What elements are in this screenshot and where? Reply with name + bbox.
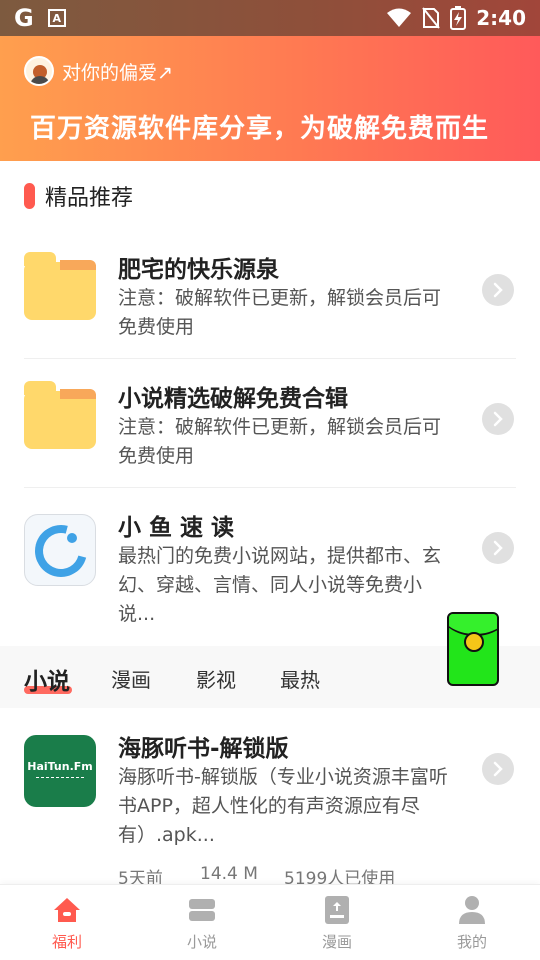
- list-item[interactable]: 小 鱼 速 读 最热门的免费小说网站，提供都市、玄幻、穿越、言情、同人小说等免费…: [24, 508, 516, 638]
- slogan: 百万资源软件库分享，为破解免费而生: [30, 114, 490, 144]
- divider: [24, 487, 516, 488]
- status-left: G A: [14, 4, 66, 32]
- wifi-icon: [387, 8, 412, 27]
- battery-charging-icon: [450, 6, 467, 30]
- nav-welfare[interactable]: 福利: [27, 895, 107, 952]
- section-title: 精品推荐: [24, 180, 133, 212]
- divider: [24, 358, 516, 359]
- item-title: 小 鱼 速 读: [118, 515, 235, 541]
- list-item[interactable]: 肥宅的快乐源泉 注意：破解软件已更新，解锁会员后可免费使用: [24, 250, 516, 350]
- fish-reader-app-icon: [24, 514, 96, 586]
- clock-time: 2:40: [476, 6, 526, 30]
- avatar[interactable]: [24, 56, 54, 86]
- section-title-text: 精品推荐: [45, 186, 134, 211]
- app-description: 海豚听书-解锁版（专业小说资源丰富听书APP，超人性化的有声资源应有尽有）.ap…: [118, 766, 448, 846]
- status-right: 2:40: [386, 6, 526, 30]
- tab-comic[interactable]: 漫画: [111, 664, 151, 693]
- nav-comic[interactable]: 漫画: [297, 895, 377, 952]
- section-accent-bar: [24, 183, 35, 209]
- comic-book-icon: [322, 895, 352, 925]
- no-sim-icon: [422, 7, 441, 29]
- item-title: 小说精选破解免费合辑: [118, 386, 348, 412]
- user-row[interactable]: 对你的偏爱↗: [24, 56, 173, 86]
- chevron-right-icon[interactable]: [482, 753, 514, 785]
- nav-novel[interactable]: 小说: [162, 895, 242, 952]
- app-title: 海豚听书-解锁版: [118, 736, 289, 762]
- header-banner: 对你的偏爱↗ 百万资源软件库分享，为破解免费而生: [0, 36, 540, 161]
- tab-hottest[interactable]: 最热: [280, 664, 320, 693]
- tab-novel[interactable]: 小说: [24, 662, 70, 696]
- book-stack-icon: [187, 895, 217, 925]
- app-list-item[interactable]: 海豚听书-解锁版 海豚听书-解锁版（专业小说资源丰富听书APP，超人性化的有声资…: [24, 729, 516, 859]
- nav-label: 我的: [456, 933, 487, 951]
- app-screen: G A 2:40 对你的偏爱↗ 百万资源软件库分享，为破解免费而生 精品推荐 肥…: [0, 0, 540, 960]
- list-item[interactable]: 小说精选破解免费合辑 注意：破解软件已更新，解锁会员后可免费使用: [24, 379, 516, 479]
- folder-icon: [24, 381, 96, 449]
- home-icon: [52, 895, 82, 925]
- bottom-navigation: 福利 小说 漫画 我的: [0, 884, 540, 960]
- fish-ring-shape: [25, 515, 95, 585]
- status-bar: G A 2:40: [0, 0, 540, 36]
- item-description: 注意：破解软件已更新，解锁会员后可免费使用: [118, 416, 442, 467]
- item-description: 最热门的免费小说网站，提供都市、玄幻、穿越、言情、同人小说等免费小说...: [118, 545, 442, 625]
- chevron-right-icon[interactable]: [482, 532, 514, 564]
- item-description: 注意：破解软件已更新，解锁会员后可免费使用: [118, 287, 442, 338]
- app-a-icon: A: [47, 9, 66, 27]
- red-envelope-icon[interactable]: [447, 612, 499, 686]
- chevron-right-icon[interactable]: [482, 274, 514, 306]
- username[interactable]: 对你的偏爱↗: [62, 58, 173, 85]
- google-g-icon: G: [14, 4, 34, 32]
- fish-dot-shape: [67, 533, 77, 543]
- nav-label: 小说: [186, 933, 217, 951]
- app-file-size: 14.4 M: [200, 864, 258, 884]
- coin-shape: [464, 632, 484, 652]
- item-title: 肥宅的快乐源泉: [118, 257, 279, 283]
- tab-video[interactable]: 影视: [196, 664, 236, 693]
- nav-label: 漫画: [321, 933, 352, 951]
- user-icon: [457, 895, 487, 925]
- chevron-right-icon[interactable]: [482, 403, 514, 435]
- nav-mine[interactable]: 我的: [432, 895, 512, 952]
- nav-label: 福利: [51, 933, 82, 951]
- folder-icon: [24, 252, 96, 320]
